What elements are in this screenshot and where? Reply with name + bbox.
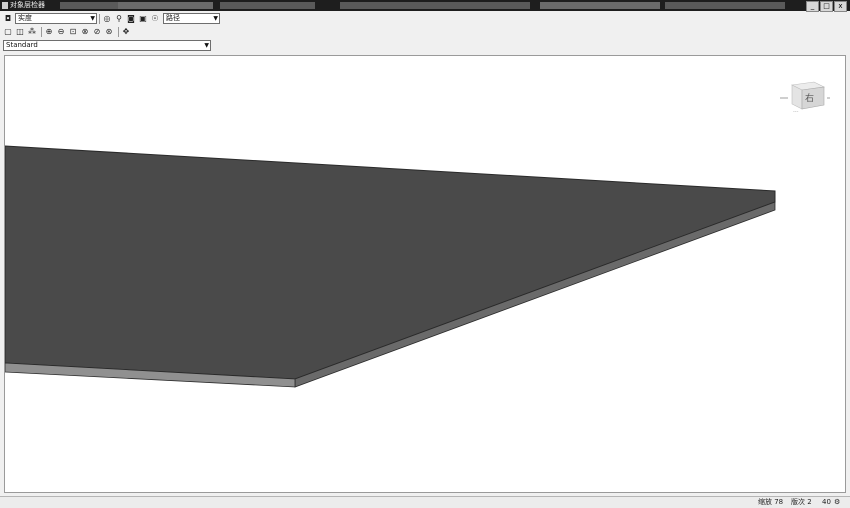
zoom-all-icon[interactable]: ⊛ bbox=[104, 27, 114, 37]
eye-icon[interactable]: ☉ bbox=[150, 14, 160, 24]
toolbar-separator bbox=[118, 26, 119, 37]
toolbar-view: ◘ 实度 ▼ ◎ ⚲ ◙ ▣ ☉ 路径 ▼ bbox=[0, 12, 850, 25]
app-icon bbox=[2, 2, 8, 9]
zoom-in-icon[interactable]: ⊕ bbox=[44, 27, 54, 37]
visual-style-value: Standard bbox=[6, 41, 38, 49]
viewcube[interactable]: 右 --- bbox=[780, 78, 830, 118]
toolbar-navigation: ▢ ◫ ⁂ ⊕ ⊖ ⊡ ⊗ ⊘ ⊛ ✥ bbox=[0, 25, 850, 38]
status-zoom: 缩放 78 bbox=[758, 498, 784, 506]
settings-icon[interactable]: ⚙ bbox=[834, 497, 840, 508]
view-mode-select[interactable]: 实度 ▼ bbox=[15, 13, 97, 24]
path-select[interactable]: 路径 ▼ bbox=[163, 13, 220, 24]
zoom-previous-icon[interactable]: ⊗ bbox=[80, 27, 90, 37]
camera-icon[interactable]: ◙ bbox=[126, 14, 136, 24]
3d-viewport[interactable]: 右 --- bbox=[4, 55, 846, 493]
chevron-down-icon: ▼ bbox=[204, 42, 209, 49]
toolbar-separator bbox=[99, 13, 100, 24]
zoom-out-icon[interactable]: ⊖ bbox=[56, 27, 66, 37]
chevron-down-icon: ▼ bbox=[213, 15, 218, 22]
scene-canvas bbox=[5, 145, 776, 388]
save-icon[interactable]: ◘ bbox=[3, 14, 13, 24]
pan-icon[interactable]: ✥ bbox=[121, 27, 131, 37]
grid-icon[interactable]: ⁂ bbox=[27, 27, 37, 37]
background-tab bbox=[540, 2, 660, 9]
minimize-button[interactable]: _ bbox=[806, 1, 819, 12]
background-tab bbox=[665, 2, 785, 9]
search-icon[interactable]: ⚲ bbox=[114, 14, 124, 24]
status-extra: 40 bbox=[822, 498, 831, 506]
path-value: 路径 bbox=[166, 14, 180, 22]
window-controls: _ □ x bbox=[806, 1, 847, 12]
fit-view-icon[interactable]: ▣ bbox=[138, 14, 148, 24]
viewcube-face-label: 右 bbox=[805, 94, 815, 104]
toolbar-style: Standard ▼ bbox=[0, 39, 850, 52]
zoom-next-icon[interactable]: ⊘ bbox=[92, 27, 102, 37]
box-icon[interactable]: ▢ bbox=[3, 27, 13, 37]
visual-style-select[interactable]: Standard ▼ bbox=[3, 40, 211, 51]
view-mode-value: 实度 bbox=[18, 14, 32, 22]
background-tab bbox=[118, 2, 213, 9]
close-button[interactable]: x bbox=[834, 1, 847, 12]
zoom-window-icon[interactable]: ⊡ bbox=[68, 27, 78, 37]
maximize-button[interactable]: □ bbox=[820, 1, 833, 12]
orbit-icon[interactable]: ◎ bbox=[102, 14, 112, 24]
status-version: 版次 2 bbox=[791, 498, 812, 506]
title-bar: 对象层检器 _ □ x bbox=[0, 0, 850, 12]
viewcube-sub-label: --- bbox=[793, 109, 799, 115]
cylinder-icon[interactable]: ◫ bbox=[15, 27, 25, 37]
status-bar: 缩放 78 版次 2 40 ⚙ bbox=[0, 496, 850, 508]
toolbar-separator bbox=[41, 26, 42, 37]
window-title: 对象层检器 bbox=[10, 1, 45, 9]
background-tab bbox=[340, 2, 530, 9]
chevron-down-icon: ▼ bbox=[90, 15, 95, 22]
background-tab bbox=[220, 2, 315, 9]
